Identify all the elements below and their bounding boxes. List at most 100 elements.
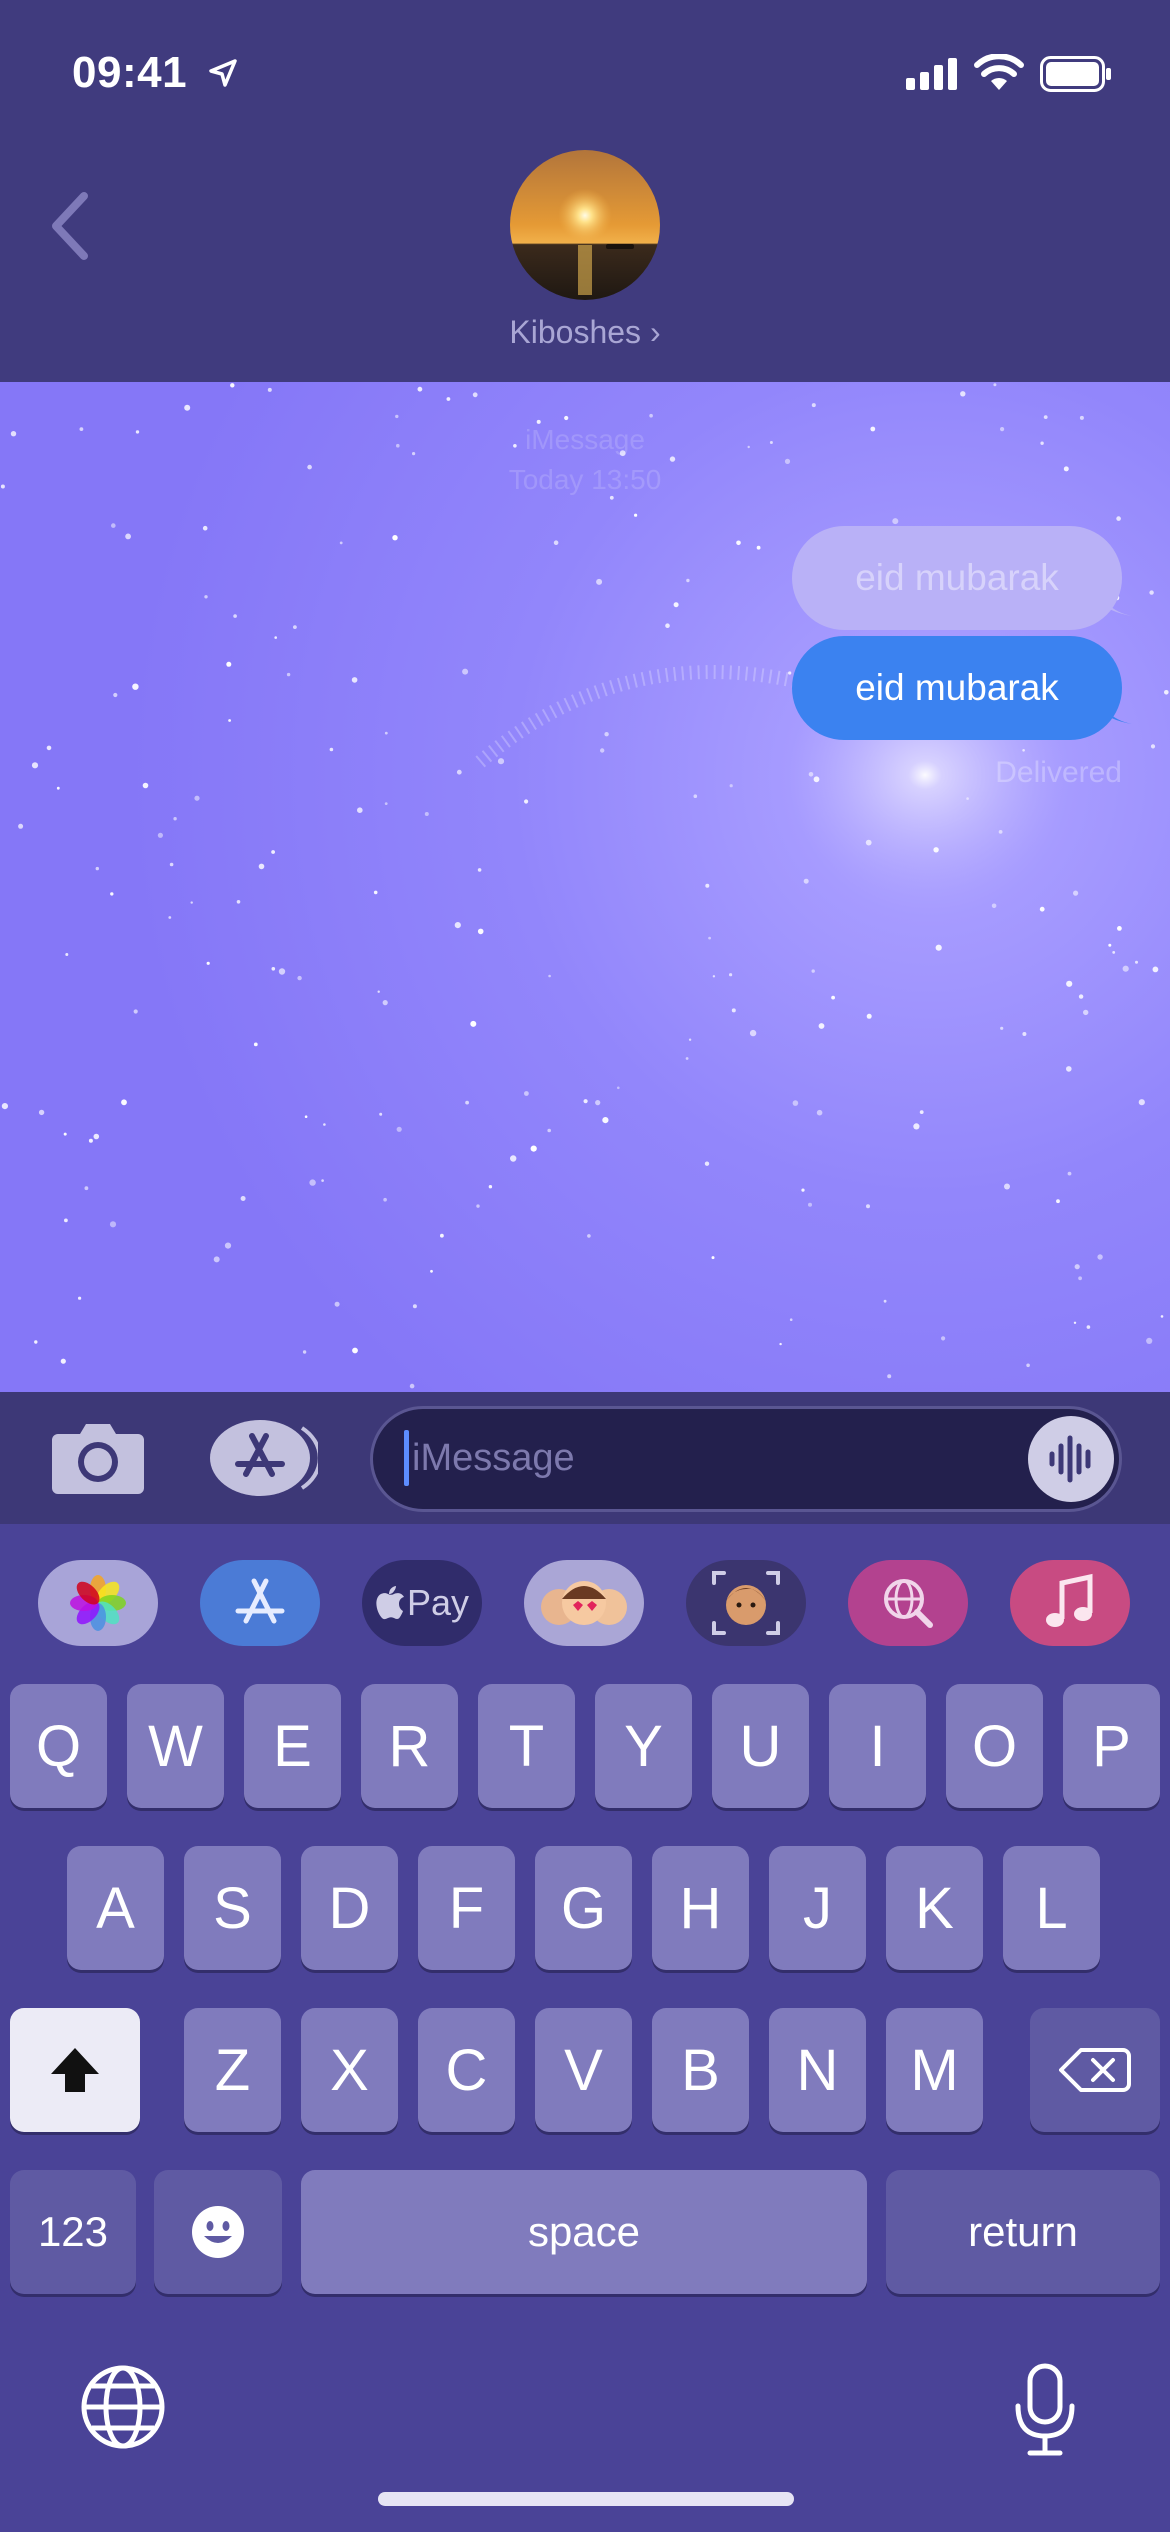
sparkle-particle [686,578,690,583]
key-m[interactable]: M [886,2008,983,2132]
sparkle-particle [792,1100,799,1106]
delete-key[interactable] [1030,2008,1160,2132]
sparkle-particle [424,812,429,816]
images-search-app-button[interactable] [848,1560,968,1646]
key-a[interactable]: A [67,1846,164,1970]
sparkle-particle [253,1042,258,1047]
sparkle-particle [297,975,302,981]
key-r[interactable]: R [361,1684,458,1808]
key-g[interactable]: G [535,1846,632,1970]
key-q[interactable]: Q [10,1684,107,1808]
sparkle-particle [966,797,969,800]
key-h[interactable]: H [652,1846,749,1970]
sparkle-particle [88,1138,93,1143]
message-input[interactable] [412,1426,992,1490]
sparkle-particle [524,1091,529,1096]
emoji-smiley-icon [192,2206,244,2258]
sparkle-particle [813,776,820,783]
apple-logo-icon [376,1586,404,1620]
key-n[interactable]: N [769,2008,866,2132]
app-store-app-button[interactable] [200,1560,320,1646]
sparkle-particle [712,975,716,978]
sparkle-particle [392,535,398,541]
sparkle-particle [352,1347,358,1354]
sparkle-particle [808,772,814,777]
sparkle-particle [1152,966,1159,973]
chat-timestamp: iMessage Today 13:50 [508,424,662,495]
message-bubble-sent[interactable]: eid mubarak [792,636,1122,740]
message-thread: iMessage Today 13:50 eid mubarak eid mub… [0,382,1170,1392]
sparkle-particle [93,1133,100,1140]
camera-icon[interactable] [50,1420,146,1496]
key-i[interactable]: I [829,1684,926,1808]
sparkle-particle [278,968,286,975]
key-l[interactable]: L [1003,1846,1100,1970]
sparkle-particle [649,413,653,418]
message-bubble-ghost[interactable]: eid mubarak [792,526,1122,630]
cellular-signal-icon [906,58,957,90]
apple-pay-app-button[interactable]: Pay [362,1560,482,1646]
sparkle-particle [430,1269,433,1273]
key-p[interactable]: P [1063,1684,1160,1808]
microphone-icon[interactable] [1012,2362,1078,2458]
key-o[interactable]: O [946,1684,1043,1808]
key-x[interactable]: X [301,2008,398,2132]
sparkle-particle [440,1233,444,1238]
key-c[interactable]: C [418,2008,515,2132]
key-v[interactable]: V [535,2008,632,2132]
return-key[interactable]: return [886,2170,1160,2294]
sparkle-particle [553,540,559,545]
sparkle-particle [693,794,698,798]
space-key[interactable]: space [301,2170,867,2294]
key-f[interactable]: F [418,1846,515,1970]
key-b[interactable]: B [652,2008,749,2132]
contact-name[interactable]: Kiboshes › [0,314,1170,351]
sparkle-particle [133,1009,138,1014]
memoji-stickers-app-button[interactable] [524,1560,644,1646]
memoji-app-button[interactable] [686,1560,806,1646]
key-e[interactable]: E [244,1684,341,1808]
key-k[interactable]: K [886,1846,983,1970]
app-store-icon[interactable] [208,1418,318,1498]
key-z[interactable]: Z [184,2008,281,2132]
key-t[interactable]: T [478,1684,575,1808]
sparkle-particle [816,1109,823,1116]
contact-avatar[interactable] [510,150,660,300]
sparkle-particle [1160,1315,1164,1318]
sparkle-particle [286,672,291,677]
sparkle-particle [789,1318,793,1321]
music-app-button[interactable] [1010,1560,1130,1646]
sparkle-particle [38,1109,45,1116]
sparkle-particle [1073,890,1079,896]
sparkle-particle [454,922,461,929]
photos-app-button[interactable] [38,1560,158,1646]
back-chevron-icon[interactable] [46,190,94,262]
key-s[interactable]: S [184,1846,281,1970]
numbers-key[interactable]: 123 [10,2170,136,2294]
photos-icon [70,1575,126,1631]
key-w[interactable]: W [127,1684,224,1808]
key-y[interactable]: Y [595,1684,692,1808]
key-j[interactable]: J [769,1846,866,1970]
sparkle-particle [379,1112,383,1116]
globe-icon[interactable] [78,2362,168,2452]
sparkle-particle [95,866,100,871]
sparkle-particle [228,719,232,722]
emoji-key[interactable] [154,2170,282,2294]
waveform-icon[interactable] [1028,1416,1114,1502]
key-d[interactable]: D [301,1846,398,1970]
sparkle-particle [708,936,711,940]
sparkle-particle [587,1234,591,1238]
key-u[interactable]: U [712,1684,809,1808]
sparkle-particle [132,683,139,690]
sparkle-particle [1067,1171,1072,1176]
sparkle-particle [476,1204,480,1208]
sparkle-particle [1135,960,1138,964]
sparkle-particle [396,1126,402,1132]
home-indicator[interactable] [378,2492,794,2506]
sparkle-particle [883,1299,887,1303]
sparkle-particle [84,1186,89,1191]
shift-key[interactable] [10,2008,140,2132]
sparkle-particle [384,731,388,735]
sparkle-particle [224,1242,232,1249]
